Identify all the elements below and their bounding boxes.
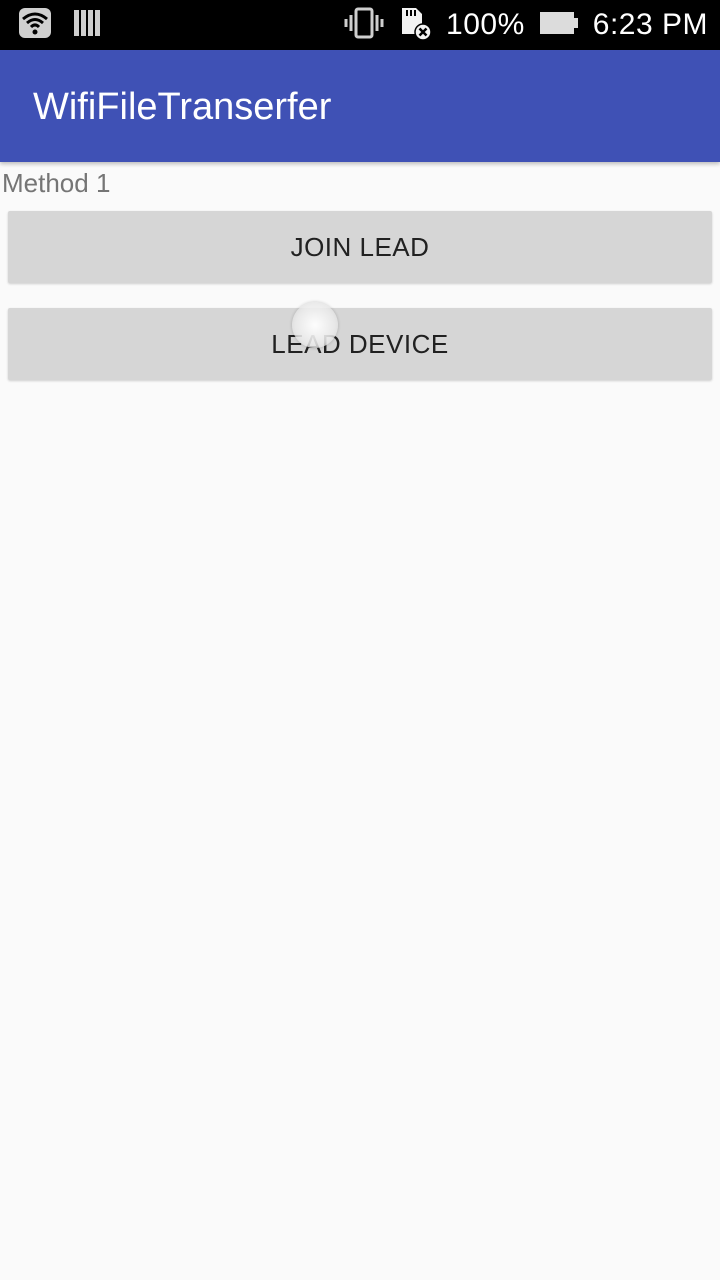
signal-bars-icon [74, 8, 100, 43]
join-lead-button[interactable]: JOIN LEAD [8, 211, 712, 283]
sd-card-error-icon [398, 6, 432, 45]
status-right-group: 100% 6:23 PM [344, 0, 708, 50]
status-left-icons [18, 7, 100, 44]
battery-percent: 100% [446, 8, 525, 41]
main-content: Method 1 JOIN LEAD LEAD DEVICE [0, 162, 720, 1280]
section-label: Method 1 [2, 168, 111, 198]
wifi-icon [18, 7, 52, 44]
battery-icon [539, 11, 579, 40]
app-bar: WifiFileTranserfer [0, 50, 720, 162]
lead-device-button[interactable]: LEAD DEVICE [8, 308, 712, 380]
status-bar: 100% 6:23 PM [0, 0, 720, 50]
clock: 6:23 PM [592, 8, 708, 41]
app-title: WifiFileTranserfer [33, 86, 332, 128]
vibrate-icon [344, 7, 384, 44]
